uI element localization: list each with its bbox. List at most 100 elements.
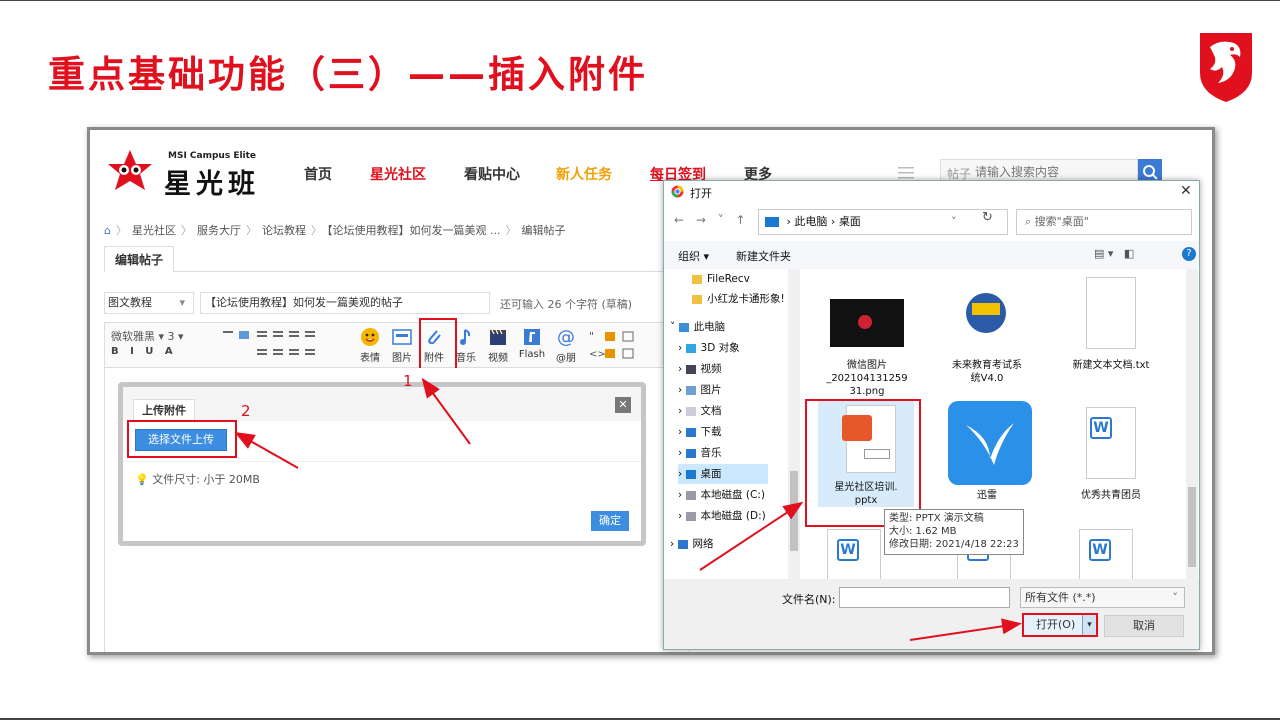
desktop-icon xyxy=(685,469,696,479)
home-icon[interactable]: ⌂ xyxy=(104,224,111,237)
path-segment[interactable]: 此电脑 xyxy=(794,215,827,228)
help-icon[interactable]: ? xyxy=(1182,247,1196,261)
tree-item-desktop[interactable]: › 桌面 xyxy=(678,464,768,484)
category-value: 图文教程 xyxy=(108,296,152,309)
post-title-input[interactable]: 【论坛使用教程】如何发一篇美观的帖子 xyxy=(200,292,490,314)
format-buttons[interactable]: B I U A xyxy=(111,346,177,357)
tree-item-drive-d[interactable]: › 本地磁盘 (D:) xyxy=(678,506,766,526)
view-options-icon[interactable]: ▤ ▾ ◧ xyxy=(1094,247,1134,260)
mention-button[interactable]: @ @朋 xyxy=(551,327,581,364)
video-button[interactable]: 视频 xyxy=(483,327,513,364)
file-item[interactable]: W 优秀共青团员 xyxy=(1056,401,1166,502)
svg-text:@: @ xyxy=(557,327,575,347)
image-label: 图片 xyxy=(392,353,412,364)
breadcrumb-current: 编辑帖子 xyxy=(521,224,566,237)
tree-item-drive-c[interactable]: › 本地磁盘 (C:) xyxy=(678,485,765,505)
attachment-highlight-box xyxy=(419,318,457,373)
brand-english: MSI Campus Elite xyxy=(168,151,257,161)
nav-posts-center[interactable]: 看贴中心 xyxy=(464,164,520,184)
nav-arrow-icons[interactable]: ← → ˅ ↑ xyxy=(674,213,750,227)
thunder-app-icon xyxy=(944,401,1032,485)
download-icon xyxy=(685,427,696,437)
flash-button[interactable]: Flash xyxy=(517,327,547,360)
choose-file-highlight-box xyxy=(127,420,237,458)
path-segment[interactable]: 桌面 xyxy=(839,215,861,228)
align-list-icons[interactable] xyxy=(223,329,351,363)
file-item[interactable]: 微信图片 _202104131259 31.png xyxy=(812,271,922,398)
at-icon: @ xyxy=(557,327,575,347)
command-bar: 组织 ▾ 新建文件夹 ▤ ▾ ◧ ? xyxy=(664,241,1199,269)
smiley-icon xyxy=(361,328,379,346)
tree-item-documents[interactable]: › 文档 xyxy=(678,401,722,421)
document-icon xyxy=(685,406,696,416)
new-folder-button[interactable]: 新建文件夹 xyxy=(736,248,791,264)
mention-label: @朋 xyxy=(556,353,576,364)
brand-chinese: 星光班 xyxy=(164,169,260,200)
file-type-select[interactable]: 所有文件 (*.*) ˅ xyxy=(1020,587,1185,608)
breadcrumb-item[interactable]: 【论坛使用教程】如何发一篇美观 ... xyxy=(327,224,501,237)
forum-search-input[interactable] xyxy=(975,162,1131,182)
tree-item-network[interactable]: › 网络 xyxy=(670,534,714,554)
breadcrumb-item[interactable]: 论坛教程 xyxy=(262,224,306,237)
file-item[interactable]: 未来教育考试系 统V4.0 xyxy=(932,271,1042,385)
open-dropdown-icon[interactable]: ▾ xyxy=(1082,615,1096,635)
upload-dialog-header: 上传附件 ✕ xyxy=(123,387,641,423)
nav-home[interactable]: 首页 xyxy=(304,164,332,184)
slide: 重点基础功能（三）——插入附件 MSI Campus Elite 星光班 首页 … xyxy=(0,0,1280,720)
file-name: 微信图片 xyxy=(847,360,887,371)
tree-item-folder[interactable]: 小红龙卡通形象! xyxy=(692,289,785,309)
breadcrumb: ⌂ 〉星光社区〉服务大厅〉论坛教程〉【论坛使用教程】如何发一篇美观 ... 〉编辑帖… xyxy=(104,224,566,237)
tree-item-videos[interactable]: › 视频 xyxy=(678,359,722,379)
chevron-down-icon: ˅ xyxy=(1172,591,1179,604)
confirm-button[interactable]: 确定 xyxy=(591,511,629,531)
font-selector[interactable]: 微软雅黑 ▾ 3 ▾ xyxy=(111,328,184,344)
organize-button[interactable]: 组织 ▾ xyxy=(678,248,709,264)
cancel-button[interactable]: 取消 xyxy=(1104,615,1184,637)
file-item[interactable]: 迅雷 xyxy=(932,401,1042,502)
folder-icon xyxy=(692,274,702,284)
list-menu-icon[interactable] xyxy=(898,166,914,180)
breadcrumb-item[interactable]: 星光社区 xyxy=(132,224,176,237)
refresh-icon[interactable]: ↻ xyxy=(982,210,993,225)
chevron-down-icon[interactable]: ˅ xyxy=(951,210,957,234)
tree-item-3d-objects[interactable]: › 3D 对象 xyxy=(678,338,740,358)
star-mascot-logo-icon xyxy=(108,150,152,190)
slide-title: 重点基础功能（三）——插入附件 xyxy=(48,53,648,96)
address-bar[interactable]: › 此电脑 › 桌面 ˅ xyxy=(758,209,1008,235)
svg-text:": " xyxy=(589,330,594,343)
text-document-icon xyxy=(1068,271,1154,355)
word-document-icon: W xyxy=(1073,523,1133,579)
file-name: 优秀共青团员 xyxy=(1081,490,1141,501)
files-scrollbar-thumb[interactable] xyxy=(1188,487,1196,567)
nav-community[interactable]: 星光社区 xyxy=(370,164,426,184)
top-divider xyxy=(0,0,1280,1)
filename-input[interactable] xyxy=(839,587,1010,608)
nav-newbie-tasks[interactable]: 新人任务 xyxy=(556,164,612,184)
file-item[interactable]: 新建文本文档.txt xyxy=(1056,271,1166,372)
tooltip-size: 大小: 1.62 MB xyxy=(889,526,957,537)
tab-edit-post[interactable]: 编辑帖子 xyxy=(104,246,175,273)
image-button[interactable]: 图片 xyxy=(387,327,417,364)
category-select[interactable]: 图文教程 ▾ xyxy=(104,292,194,314)
close-icon[interactable]: ✕ xyxy=(1180,183,1192,199)
more-tools-icons[interactable]: " <> xyxy=(587,329,647,363)
breadcrumb-item[interactable]: 服务大厅 xyxy=(197,224,241,237)
file-name: 新建文本文档.txt xyxy=(1072,360,1150,371)
emoji-label: 表情 xyxy=(360,353,380,364)
tree-item-this-pc[interactable]: ˅ 此电脑 xyxy=(670,317,725,337)
close-icon[interactable]: ✕ xyxy=(615,397,631,413)
folder-search-input[interactable]: ⌕ 搜索"桌面" xyxy=(1016,209,1192,235)
annotation-number-2: 2 xyxy=(241,402,251,420)
emoji-button[interactable]: 表情 xyxy=(355,327,385,364)
network-icon xyxy=(677,539,688,549)
file-item[interactable]: W xyxy=(1068,523,1138,579)
word-document-icon: W xyxy=(827,523,887,579)
tree-scrollbar-thumb[interactable] xyxy=(790,471,798,551)
divider xyxy=(123,461,641,462)
tree-item-music[interactable]: › 音乐 xyxy=(678,443,722,463)
file-item[interactable]: W xyxy=(822,523,892,579)
tree-item-filerecv[interactable]: FileRecv xyxy=(692,269,750,289)
tooltip-type: 类型: PPTX 演示文稿 xyxy=(889,513,984,524)
tree-item-pictures[interactable]: › 图片 xyxy=(678,380,722,400)
tree-item-downloads[interactable]: › 下载 xyxy=(678,422,722,442)
